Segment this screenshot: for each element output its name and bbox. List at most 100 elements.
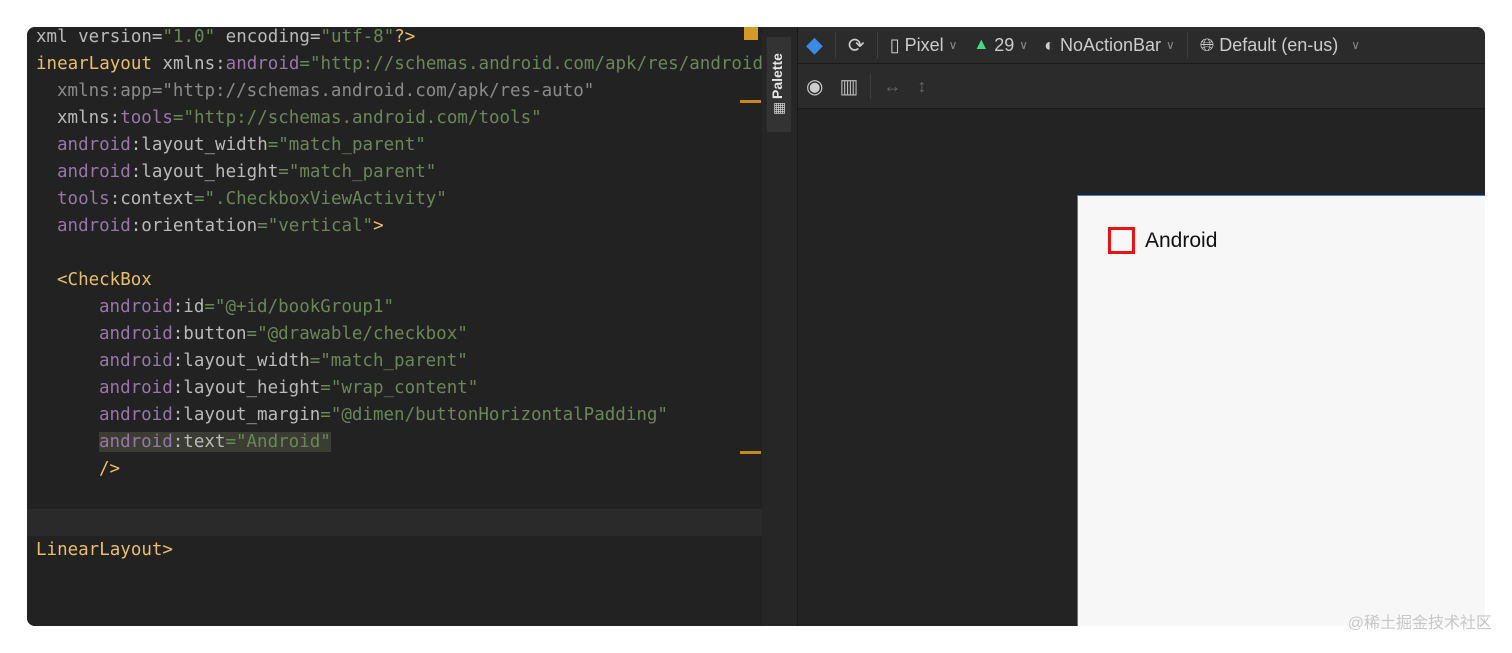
code-token: =".CheckboxViewActivity" bbox=[193, 189, 447, 209]
code-line: android:layout_height="wrap_content" bbox=[36, 375, 478, 402]
code-line: android:layout_width="match_parent" bbox=[36, 348, 468, 375]
code-token: ="match_parent" bbox=[278, 162, 437, 182]
code-token: ="Android" bbox=[225, 432, 331, 452]
horizontal-arrows-icon: ↔ bbox=[883, 75, 902, 96]
columns-icon: ▥ bbox=[839, 75, 859, 98]
code-token: ="vertical" bbox=[257, 216, 374, 236]
palette-tab[interactable]: Palette bbox=[767, 37, 791, 132]
code-line: tools:context=".CheckboxViewActivity" bbox=[36, 186, 447, 213]
code-line: android:orientation="vertical"> bbox=[36, 213, 384, 240]
resize-vertical-button[interactable]: ↕ bbox=[909, 76, 934, 97]
blueprint-button[interactable]: ▥ bbox=[831, 74, 866, 99]
api-dropdown[interactable]: ▲ 29 ∨ bbox=[965, 35, 1036, 56]
ide-window: xml version="1.0" encoding="utf-8"?> inea… bbox=[27, 27, 1485, 626]
design-canvas[interactable]: Android bbox=[798, 109, 1485, 626]
code-line: android:layout_height="match_parent" bbox=[36, 159, 436, 186]
code-line: android:button="@drawable/checkbox" bbox=[36, 321, 468, 348]
chevron-down-icon: ∨ bbox=[948, 38, 958, 52]
code-token: "utf-8" bbox=[320, 27, 395, 47]
code-token: xml version= bbox=[36, 27, 163, 47]
code-token: xmlns: bbox=[162, 54, 226, 74]
divider bbox=[1186, 32, 1188, 58]
chevron-down-icon: ∨ bbox=[1019, 38, 1029, 52]
code-token: android bbox=[99, 405, 173, 425]
code-token: ="match_parent" bbox=[309, 351, 468, 371]
secondary-toolbar: ◉ ▥ ↔ ↕ bbox=[798, 64, 1485, 109]
code-token: android bbox=[225, 54, 300, 74]
palette-label: Palette bbox=[769, 53, 785, 99]
divider bbox=[876, 32, 878, 58]
view-options-button[interactable]: ◉ bbox=[798, 74, 831, 99]
phone-icon: ▯ bbox=[889, 34, 900, 55]
api-label: 29 bbox=[994, 34, 1015, 55]
locale-dropdown[interactable]: 🌐︎ Default (en-us) ∨ bbox=[1192, 35, 1368, 56]
gutter-marker[interactable] bbox=[740, 451, 761, 454]
vertical-arrows-icon: ↕ bbox=[917, 75, 927, 96]
code-token: :layout_height bbox=[172, 378, 321, 398]
divider bbox=[834, 32, 836, 58]
code-token: :text bbox=[172, 432, 226, 452]
current-line-highlight bbox=[27, 509, 762, 536]
eye-icon: ◉ bbox=[806, 75, 824, 98]
code-token: tools bbox=[120, 108, 173, 128]
code-token: ="wrap_content" bbox=[320, 378, 479, 398]
resize-horizontal-button[interactable]: ↔ bbox=[875, 76, 909, 97]
checkbox-label: Android bbox=[1145, 229, 1218, 252]
code-token: ="@drawable/checkbox" bbox=[246, 324, 468, 344]
code-token: > bbox=[373, 216, 384, 236]
theme-dropdown[interactable]: ◐ NoActionBar ∨ bbox=[1036, 35, 1183, 56]
code-token: :orientation bbox=[130, 216, 258, 236]
code-token: android bbox=[57, 216, 131, 236]
code-token: :layout_height bbox=[130, 162, 279, 182]
code-line: xmlns:tools="http://schemas.android.com/… bbox=[36, 105, 542, 132]
code-line: xmlns:app="http://schemas.android.com/ap… bbox=[36, 78, 594, 105]
layers-icon: ◆ bbox=[806, 32, 823, 57]
code-line: LinearLayout> bbox=[36, 537, 173, 564]
side-strip: Palette ▦ bbox=[762, 27, 798, 626]
code-token: android bbox=[57, 162, 131, 182]
code-token: ="@+id/bookGroup1" bbox=[204, 297, 395, 317]
code-token: /> bbox=[99, 459, 121, 479]
code-token: ="http://schemas.android.com/apk/res/and… bbox=[299, 54, 764, 74]
code-token: tools bbox=[57, 189, 110, 209]
gutter-marker[interactable] bbox=[740, 100, 761, 103]
code-line: android:id="@+id/bookGroup1" bbox=[36, 294, 394, 321]
android-icon: ▲ bbox=[973, 36, 990, 53]
code-token: encoding= bbox=[215, 27, 321, 47]
code-line: android:layout_margin="@dimen/buttonHori… bbox=[36, 402, 668, 429]
code-token: android bbox=[99, 378, 173, 398]
code-token: xmlns:app="http://schemas.android.com/ap… bbox=[57, 81, 595, 101]
device-preview[interactable]: Android bbox=[1077, 195, 1485, 626]
theme-icon: ◐ bbox=[1044, 34, 1055, 55]
code-line: /> bbox=[36, 456, 120, 483]
checkbox[interactable] bbox=[1108, 227, 1135, 254]
top-toolbar: ◆ ⟳ ▯ Pixel ∨ ▲ 29 ∨ ◐ NoActionBar ∨ 🌐︎ Default… bbox=[798, 27, 1485, 64]
code-line: android:text="Android" bbox=[36, 429, 331, 456]
chevron-down-icon: ∨ bbox=[1166, 38, 1175, 52]
warning-marker[interactable] bbox=[744, 27, 758, 40]
locale-label: Default (en-us) bbox=[1219, 34, 1339, 55]
divider bbox=[870, 73, 872, 99]
code-token: :button bbox=[172, 324, 247, 344]
component-tree-icon[interactable]: ▦ bbox=[773, 99, 786, 116]
theme-label: NoActionBar bbox=[1059, 34, 1162, 55]
code-editor[interactable]: xml version="1.0" encoding="utf-8"?> inea… bbox=[27, 27, 764, 626]
design-surface-button[interactable]: ◆ bbox=[798, 32, 831, 58]
code-line: android:layout_width="match_parent" bbox=[36, 132, 426, 159]
code-token: ="match_parent" bbox=[267, 135, 426, 155]
code-line: xml version="1.0" encoding="utf-8"?> bbox=[36, 27, 415, 51]
code-token: android bbox=[99, 324, 173, 344]
globe-icon: 🌐︎ bbox=[1199, 34, 1215, 55]
code-token: "1.0" bbox=[162, 27, 216, 47]
code-token: ?> bbox=[394, 27, 416, 47]
code-token: :id bbox=[172, 297, 205, 317]
device-dropdown[interactable]: ▯ Pixel ∨ bbox=[882, 35, 966, 56]
code-token: android bbox=[57, 135, 131, 155]
code-token: ="@dimen/buttonHorizontalPadding" bbox=[320, 405, 668, 425]
device-label: Pixel bbox=[904, 34, 944, 55]
code-token: ="http://schemas.android.com/tools" bbox=[172, 108, 542, 128]
code-token: :context bbox=[109, 189, 194, 209]
orientation-button[interactable]: ⟳ bbox=[840, 33, 873, 58]
code-line: <CheckBox bbox=[36, 267, 152, 294]
code-token: xmlns: bbox=[57, 108, 121, 128]
